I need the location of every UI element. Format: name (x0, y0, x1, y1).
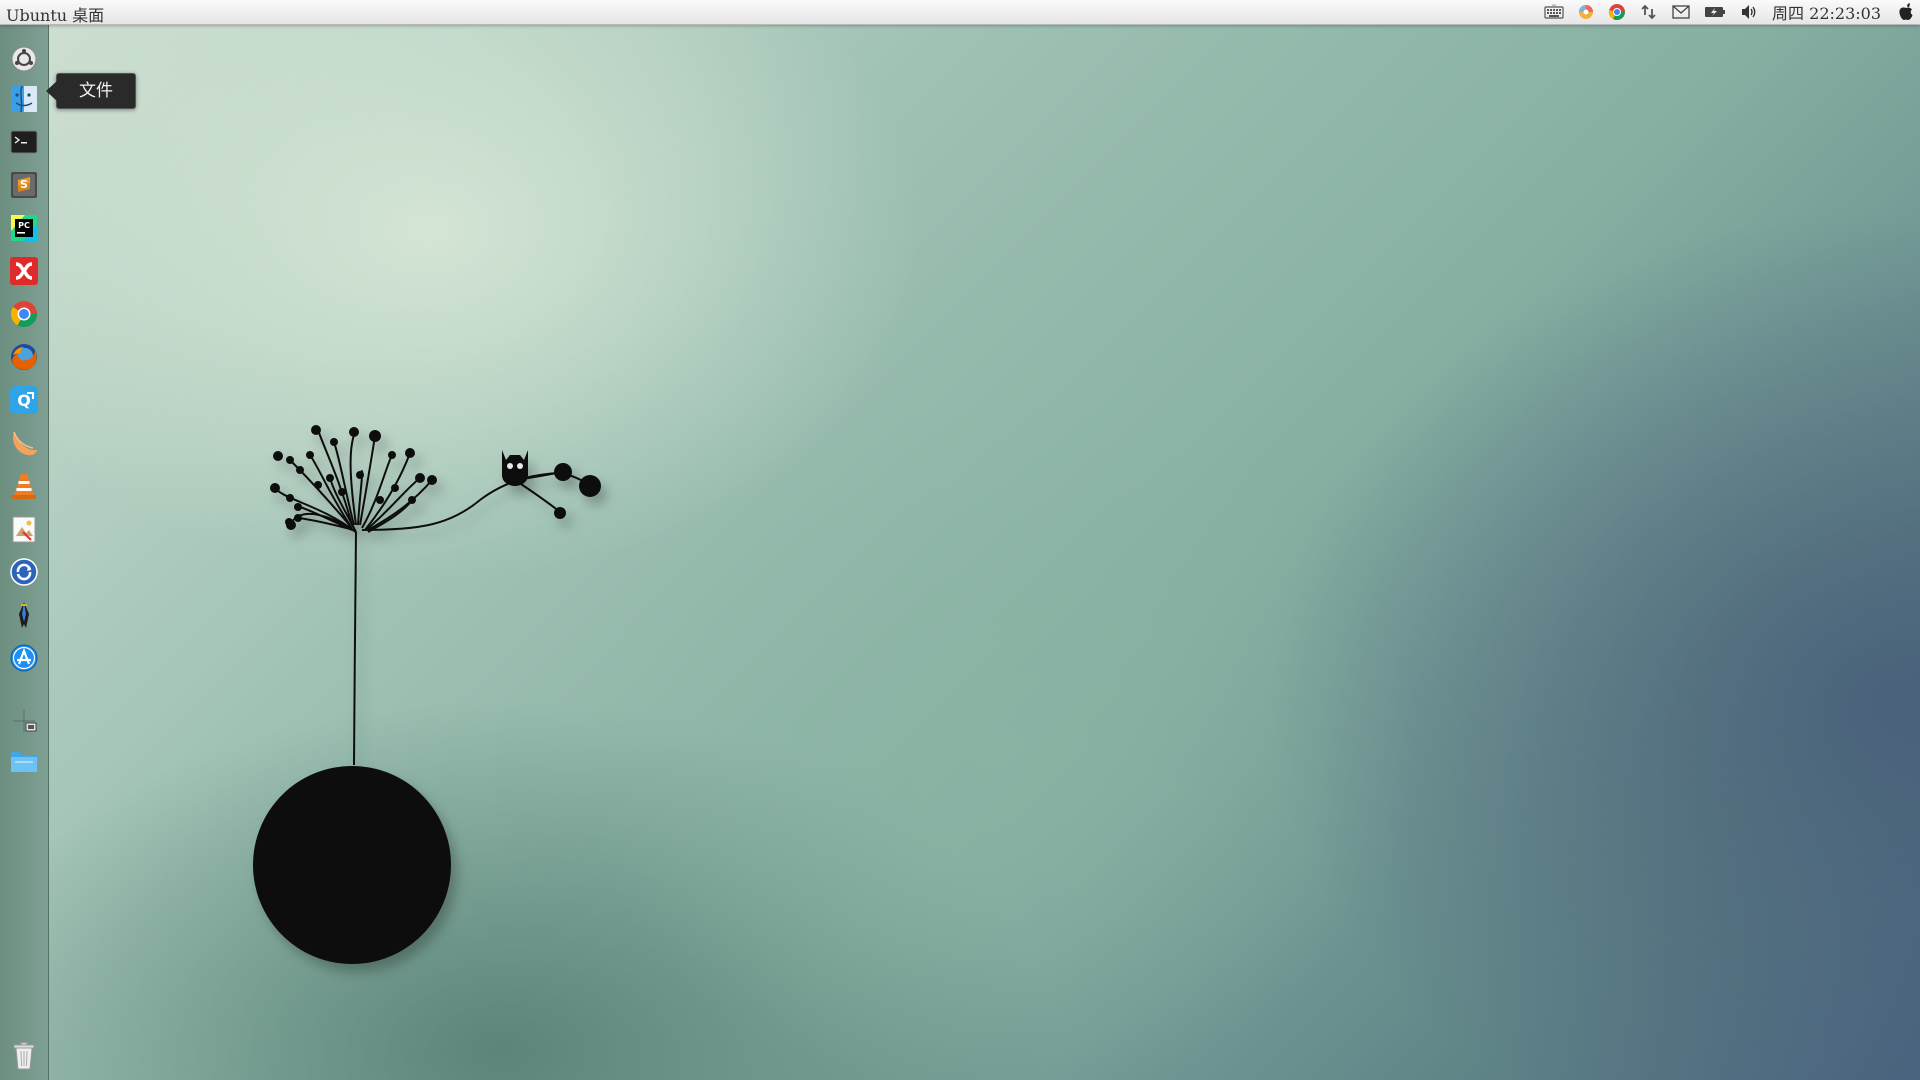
svg-text:PC: PC (18, 221, 30, 230)
window-title: Ubuntu 桌面 (6, 6, 105, 25)
system-tray: 中 周四 22:23:03 (1537, 0, 1920, 24)
network-icon[interactable] (1640, 0, 1658, 24)
battery-icon[interactable] (1704, 0, 1726, 24)
terminal-icon[interactable] (8, 126, 40, 158)
volume-icon[interactable] (1740, 0, 1758, 24)
apple-icon[interactable] (1898, 0, 1914, 24)
xmind-icon[interactable] (8, 255, 40, 287)
trash-icon[interactable] (8, 1040, 40, 1072)
workspace-switcher-icon[interactable] (8, 705, 40, 737)
top-panel: Ubuntu 桌面 中 周四 22:23:03 (0, 0, 1920, 25)
files-icon[interactable] (8, 83, 40, 115)
svg-text:S: S (20, 178, 28, 191)
launcher-tooltip: 文件 (46, 73, 136, 109)
dash-home-icon[interactable] (8, 43, 40, 75)
app-store-icon[interactable] (8, 642, 40, 674)
color-picker-icon[interactable] (1578, 0, 1594, 24)
chrome-icon[interactable] (8, 298, 40, 330)
image-viewer-icon[interactable] (8, 513, 40, 545)
folder-icon[interactable] (8, 745, 40, 777)
firefox-icon[interactable] (8, 341, 40, 373)
vlc-icon[interactable] (8, 470, 40, 502)
peach-app-icon[interactable] (8, 427, 40, 459)
software-updater-icon[interactable] (8, 556, 40, 588)
svg-text:中: 中 (1552, 4, 1556, 8)
clock[interactable]: 周四 22:23:03 (1772, 0, 1881, 24)
pen-tool-icon[interactable] (8, 599, 40, 631)
chrome-icon[interactable] (1608, 0, 1626, 24)
keyboard-icon[interactable]: 中 (1544, 0, 1564, 24)
pycharm-icon[interactable]: PC (8, 212, 40, 244)
tree-owl-wallpaper-art (253, 425, 601, 964)
sublime-text-icon[interactable]: S (8, 169, 40, 201)
desktop-wallpaper (0, 0, 1920, 1080)
qq-icon[interactable]: Q (8, 384, 40, 416)
launcher: S PC Q (0, 25, 49, 1080)
mail-icon[interactable] (1672, 0, 1690, 24)
